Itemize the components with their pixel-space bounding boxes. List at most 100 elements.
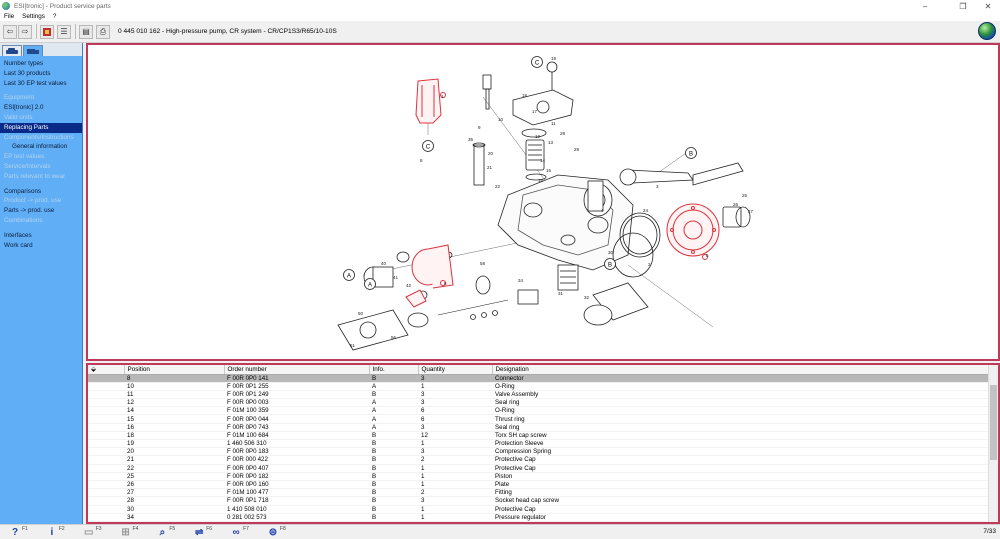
sidebar-item-replacing-parts[interactable]: Replacing Parts [0,122,82,133]
forward-button[interactable]: ⇨ [18,24,32,39]
zoom-button[interactable]: ⌕ F5 [156,526,176,538]
part-number-label[interactable]: 56 [391,335,397,340]
part-number-label[interactable]: 41 [393,275,399,280]
part-number-label[interactable]: 12 [535,134,541,139]
table-row[interactable]: 21 F 00R 000 422 B 2 Protective Cap [88,455,990,465]
table-row[interactable]: 14 F 01M 100 359 A 6 O-Ring [88,406,990,416]
part-number-label[interactable]: 24 [643,208,649,213]
part-number-label[interactable]: 51 [350,343,356,348]
exploded-view-drawing[interactable]: BBAACC 123456891011121314151617181920212… [88,45,998,359]
part-number-label[interactable]: 28 [560,131,566,136]
table-row[interactable]: 18 F 01M 100 684 B 12 Torx SH cap screw [88,431,990,441]
column-header-quantity[interactable]: Quantity [418,365,493,375]
part-number-label[interactable]: 17 [532,109,538,114]
part-number-label[interactable]: 9 [478,125,481,130]
close-button[interactable]: ✕ [978,0,998,12]
list-button[interactable]: ☰ [57,24,71,39]
part-number-label[interactable]: 32 [584,295,590,300]
column-header-designation[interactable]: Designation [492,365,991,375]
part-number-label[interactable]: 34 [518,278,524,283]
table-row[interactable]: 30 1 410 508 010 B 1 Protective Cap [88,505,990,514]
part-number-label[interactable]: 35 [468,137,474,142]
part-number-label[interactable]: 31 [558,291,564,296]
product-button[interactable] [40,24,54,39]
table-row[interactable]: 8F 00R 0P0 141 B 3 Connector [88,374,990,383]
table-row[interactable]: 16 F 00R 0P0 743 A 3 Seal ring [88,423,990,432]
part-number-label[interactable]: 42 [406,283,412,288]
table-row[interactable]: 20 F 00R 0P0 183 B 3 Compression Spring [88,447,990,457]
document-button[interactable]: ▤ [79,24,93,39]
part-number-label[interactable]: 1 [441,94,444,99]
part-number-label[interactable]: 18 [522,93,528,98]
part-number-label[interactable]: 40 [381,261,387,266]
sidebar-item-comparisons[interactable]: Comparisons [0,187,82,197]
table-row[interactable]: 12 F 00R 0P0 003 A 3 Seal ring [88,398,990,408]
table-row[interactable]: 15 F 00R 0P0 044 A 6 Thrust ring [88,414,990,424]
part-number-label[interactable]: 26 [733,202,739,207]
tab-truck[interactable] [23,45,43,56]
sidebar-item-work-card[interactable]: Work card [0,241,82,251]
part-number-label[interactable]: 8 [420,158,423,163]
scrollbar-thumb[interactable] [990,385,997,460]
table-row[interactable]: 25 F 00R 0P0 182 B 1 Piston [88,472,990,481]
callout-b[interactable]: B [604,258,616,270]
part-number-label[interactable]: 5 [706,253,709,258]
part-number-label[interactable]: 14 [540,158,546,163]
binoculars-button[interactable]: ∞ F7 [230,526,248,538]
column-header-info[interactable]: Info. [369,365,419,375]
table-row[interactable]: 22 F 00R 0P0 407 B 1 Protective Cap [88,464,990,473]
minimize-button[interactable]: – [915,0,935,12]
help-button[interactable]: ? F1 [9,526,28,538]
column-header-order-number[interactable]: Order number [224,365,370,375]
table-row[interactable]: 28 F 00R 0P1 718 B 3 Socket head cap screw [88,496,990,506]
globe-icon[interactable] [978,22,996,40]
callout-c[interactable]: C [531,56,543,68]
part-number-label[interactable]: 27 [748,209,754,214]
menu-help[interactable]: ? [53,13,57,20]
tab-car[interactable] [2,45,22,56]
maximize-button[interactable]: ❐ [953,0,973,12]
part-number-label[interactable]: 3 [656,184,659,189]
callout-c[interactable]: C [422,140,434,152]
part-number-label[interactable]: 29 [574,147,580,152]
exploded-view-pane[interactable]: BBAACC 1 2 3 4 5 6 8 9 10 11 12 13 14 15 16 17 18 19 20 21 2… [86,43,1000,361]
table-row[interactable]: 10 F 00R 0P1 255 A 1 O-Ring [88,382,990,391]
back-button[interactable]: ⇦ [3,24,17,39]
part-number-label[interactable]: 16 [538,178,544,183]
sidebar-item-esi-tronic-2-0[interactable]: ESI[tronic] 2.0 [0,103,82,113]
column-header-marker[interactable]: ⬙ [88,365,125,375]
table-row[interactable]: 26 F 00R 0P0 160 B 1 Plate [88,480,990,490]
callout-b[interactable]: B [685,147,697,159]
callout-a[interactable]: A [343,269,355,281]
table-row[interactable]: 19 1 460 506 310 B 1 Protection Sleeve [88,439,990,449]
sidebar-item-last-30-products[interactable]: Last 30 products [0,69,82,79]
table-row[interactable]: 34 0 281 002 573 B 1 Pressure regulator [88,513,990,522]
sidebar-item-general-information[interactable]: General information [0,142,82,152]
part-number-label[interactable]: 20 [488,151,494,156]
sidebar-item-last-30-ep-test-values[interactable]: Last 30 EP test values [0,79,82,89]
part-number-label[interactable]: 10 [498,117,504,122]
sidebar-item-parts-prod-use[interactable]: Parts -> prod. use [0,206,82,216]
vertical-scrollbar[interactable] [988,365,998,522]
compare-button[interactable]: ⇌ F6 [193,526,212,538]
table-row[interactable]: 11 F 00R 0P1 249 B 3 Valve Assembly [88,390,990,400]
sidebar-item-number-types[interactable]: Number types [0,59,82,69]
part-number-label[interactable]: 25 [742,193,748,198]
part-number-label[interactable]: 30 [608,250,614,255]
part-number-label[interactable]: 15 [546,168,552,173]
print-button[interactable]: ⎙ [96,24,110,39]
info-button[interactable]: i F2 [46,526,64,538]
sidebar-item-interfaces[interactable]: Interfaces [0,231,82,241]
part-number-label[interactable]: 21 [487,165,493,170]
menu-file[interactable]: File [4,13,14,20]
part-number-label[interactable]: 13 [548,140,554,145]
menu-settings[interactable]: Settings [22,13,45,20]
callout-a[interactable]: A [364,278,376,290]
cart-button[interactable]: ⊜ F8 [267,526,286,538]
part-number-label[interactable]: 58 [480,261,486,266]
part-number-label[interactable]: 50 [358,311,364,316]
column-header-position[interactable]: Position [124,365,225,375]
table-row[interactable]: 27 F 01M 100 477 B 2 Fitting [88,488,990,498]
part-number-label[interactable]: 11 [551,121,556,126]
part-number-label[interactable]: 19 [551,56,557,61]
